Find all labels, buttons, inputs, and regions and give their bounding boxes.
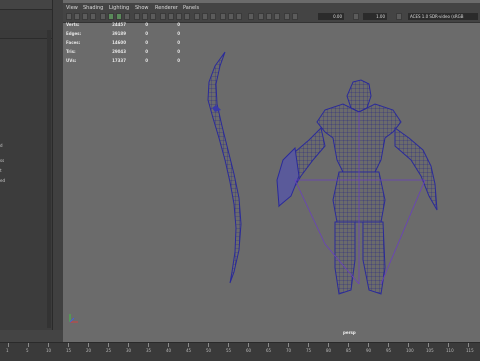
timeline-frame-label: 25 — [106, 348, 112, 353]
timeline-tick — [248, 343, 249, 347]
timeline-tick — [348, 343, 349, 347]
timeline-tick — [288, 343, 289, 347]
timeline-tick — [328, 343, 329, 347]
timeline-frame-label: 50 — [206, 348, 212, 353]
outliner-item-fragment[interactable]: ss — [0, 158, 4, 163]
timeline-frame-label: 10 — [46, 348, 52, 353]
timeline-tick — [188, 343, 189, 347]
timeline-tick — [308, 343, 309, 347]
timeline-frame-label: 105 — [426, 348, 434, 353]
outliner-panel: d ss t ed — [0, 0, 53, 330]
character-model[interactable] — [276, 79, 438, 295]
timeline-tick — [88, 343, 89, 347]
timeline-frame-label: 100 — [406, 348, 414, 353]
timeline-frame-label: 75 — [306, 348, 312, 353]
sword-model[interactable] — [207, 51, 242, 284]
outliner-subbar — [0, 30, 52, 39]
timeline-frame-label: 1 — [6, 348, 9, 353]
axis-gizmo — [68, 312, 80, 326]
timeline-frame-label: 110 — [446, 348, 454, 353]
timeline-tick — [468, 343, 469, 347]
timeline-tick — [428, 343, 429, 347]
timeline-tick — [408, 343, 409, 347]
timeline-frame-label: 55 — [226, 348, 232, 353]
timeline-tick — [68, 343, 69, 347]
time-slider[interactable]: 1 5 10 15 20 25 30 35 40 45 50 55 60 65 70 75 80 85 90 95 10… — [0, 342, 480, 361]
timeline-frame-label: 85 — [346, 348, 352, 353]
timeline-tick — [208, 343, 209, 347]
timeline-tick — [368, 343, 369, 347]
viewport-persp[interactable]: View Shading Lighting Show Renderer Pane… — [63, 0, 480, 342]
timeline-tick — [128, 343, 129, 347]
outliner-item-fragment[interactable]: ed — [0, 178, 5, 183]
timeline-tick — [228, 343, 229, 347]
timeline-tick — [48, 343, 49, 347]
timeline-frame-label: 115 — [466, 348, 474, 353]
timeline-frame-label: 95 — [386, 348, 392, 353]
timeline-frame-label: 80 — [326, 348, 332, 353]
timeline-frame-label: 65 — [266, 348, 272, 353]
timeline-frame-label: 30 — [126, 348, 132, 353]
timeline-tick — [168, 343, 169, 347]
timeline-frame-label: 40 — [166, 348, 172, 353]
scene-wireframe[interactable] — [63, 0, 480, 342]
timeline-frame-label: 70 — [286, 348, 292, 353]
outliner-item-fragment[interactable]: t — [0, 168, 2, 173]
timeline-frame-label: 45 — [186, 348, 192, 353]
timeline-tick — [388, 343, 389, 347]
timeline-tick — [148, 343, 149, 347]
outliner-header — [0, 0, 52, 10]
camera-name-label: persp — [343, 330, 356, 335]
timeline-frame-label: 90 — [366, 348, 372, 353]
outliner-scrollbar[interactable] — [47, 30, 51, 328]
timeline-tick — [448, 343, 449, 347]
timeline-tick — [28, 343, 29, 347]
timeline-tick — [8, 343, 9, 347]
timeline-frame-label: 15 — [66, 348, 72, 353]
timeline-frame-label: 5 — [26, 348, 29, 353]
outliner-item-fragment[interactable]: d — [0, 143, 3, 148]
panel-gutter — [53, 0, 63, 330]
timeline-tick — [108, 343, 109, 347]
timeline-tick — [268, 343, 269, 347]
timeline-frame-label: 20 — [86, 348, 92, 353]
timeline-frame-label: 60 — [246, 348, 252, 353]
timeline-frame-label: 35 — [146, 348, 152, 353]
